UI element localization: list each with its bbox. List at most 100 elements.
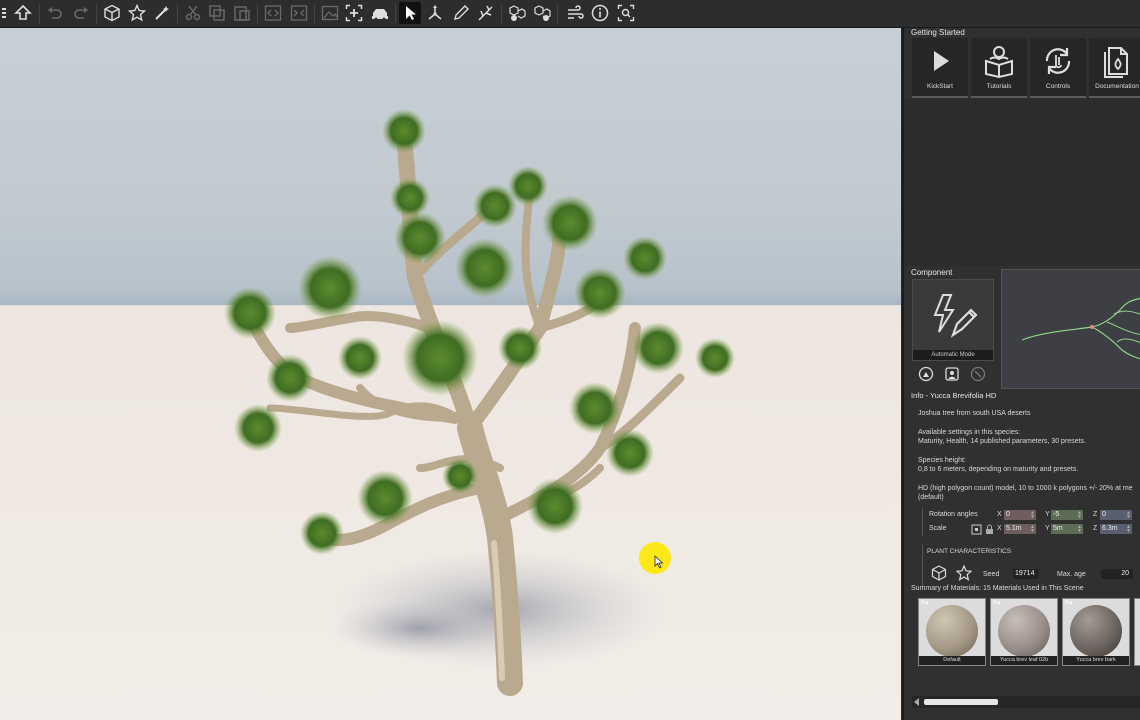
undo-icon[interactable] xyxy=(44,2,66,24)
material-sphere xyxy=(926,605,978,657)
controls-label: Controls xyxy=(1045,83,1071,90)
scrollbar-thumb[interactable] xyxy=(924,699,998,705)
scale-z-axis: Z xyxy=(1093,525,1098,532)
select-arrow-icon[interactable] xyxy=(399,2,421,24)
material-tile[interactable]: Par Default xyxy=(918,598,986,666)
cube-icon[interactable] xyxy=(931,565,947,581)
mouse-cursor-icon xyxy=(654,555,664,569)
automatic-mode-button[interactable]: Automatic Mode xyxy=(912,279,994,361)
documentation-button[interactable]: Documentation xyxy=(1089,38,1140,98)
lock-icon[interactable] xyxy=(985,524,994,535)
tutorials-button[interactable]: Tutorials xyxy=(971,38,1027,98)
scale-label: Scale xyxy=(929,525,947,532)
scale-y-value: 5m xyxy=(1053,525,1063,532)
refresh-hand-icon xyxy=(1045,48,1071,74)
rotation-x-field[interactable]: 0 ▲ ▼ xyxy=(1004,510,1036,520)
material-name: Yucca brev bark xyxy=(1063,656,1129,665)
info-line: Joshua tree from south USA deserts xyxy=(918,410,1031,417)
branch-icon[interactable] xyxy=(475,2,497,24)
material-tag: Par xyxy=(993,600,1001,606)
star-icon[interactable] xyxy=(126,2,148,24)
upload-icon[interactable] xyxy=(12,2,34,24)
component-title: Component xyxy=(911,268,953,277)
material-tile[interactable]: Par Yucca brev leaf 02b xyxy=(990,598,1058,666)
zoom-fit-icon[interactable] xyxy=(615,2,637,24)
right-panel: Getting Started KickStart Tutorials Cont… xyxy=(902,28,1140,720)
pencil-icon[interactable] xyxy=(450,2,472,24)
seed-field[interactable]: 19714 xyxy=(1013,569,1039,579)
controls-button[interactable]: Controls xyxy=(1030,38,1086,98)
component-graph-preview[interactable] xyxy=(1001,269,1140,389)
scale-z-value: 6.3m xyxy=(1102,525,1118,532)
image-icon[interactable] xyxy=(319,2,341,24)
rot-y-axis: Y xyxy=(1045,511,1050,518)
getting-started-title: Getting Started xyxy=(911,28,965,37)
uniform-scale-icon[interactable] xyxy=(971,524,982,535)
cubes-add-icon[interactable] xyxy=(506,2,528,24)
cube-icon[interactable] xyxy=(101,2,123,24)
info-title: Info - Yucca Brevifolia HD xyxy=(911,391,997,400)
star-icon[interactable] xyxy=(956,565,972,581)
branch-graph-icon xyxy=(1021,297,1140,360)
material-name: Default xyxy=(919,656,985,665)
rotation-z-field[interactable]: 0 ▲ ▼ xyxy=(1100,510,1132,520)
plant-characteristics-title: PLANT CHARACTERISTICS xyxy=(927,548,1012,555)
materials-scrollbar[interactable] xyxy=(912,696,1140,708)
kickstart-label: KickStart xyxy=(926,83,953,90)
cubes-remove-icon[interactable] xyxy=(531,2,553,24)
wand-icon[interactable] xyxy=(151,2,173,24)
joshua-tree-render xyxy=(224,109,735,696)
reader-icon xyxy=(985,46,1013,79)
materials-summary: Summary of Materials: 15 Materials Used … xyxy=(911,585,1084,592)
kickstart-button[interactable]: KickStart xyxy=(912,38,968,98)
scale-y-field[interactable]: 5m ▲ ▼ xyxy=(1051,524,1083,534)
document-icon xyxy=(1104,47,1128,78)
info-line: Maturity, Health, 14 published parameter… xyxy=(918,438,1086,445)
user-card-icon[interactable] xyxy=(944,366,960,382)
shield-disabled-icon[interactable] xyxy=(970,366,986,382)
max-age-value: 20 xyxy=(1121,570,1129,577)
rotation-x-value: 0 xyxy=(1006,511,1010,518)
info-icon[interactable] xyxy=(589,2,611,24)
info-line: (default) xyxy=(918,494,944,501)
cut-icon[interactable] xyxy=(182,2,204,24)
getting-started-content-area xyxy=(904,98,1140,266)
copy-icon[interactable] xyxy=(206,2,228,24)
frame-plus-icon[interactable] xyxy=(343,2,365,24)
redo-icon[interactable] xyxy=(70,2,92,24)
seed-label: Seed xyxy=(983,571,1000,578)
rotation-y-value: -5 xyxy=(1053,511,1060,518)
scale-x-field[interactable]: 5.1m ▲ ▼ xyxy=(1004,524,1036,534)
automatic-mode-label: Automatic Mode xyxy=(913,350,993,360)
scale-z-field[interactable]: 6.3m ▲ ▼ xyxy=(1100,524,1132,534)
info-line: HD (high polygon count) model, 10 to 100… xyxy=(918,485,1133,492)
move-node-icon[interactable] xyxy=(424,2,446,24)
material-name: Yucca brev leaf 02b xyxy=(991,656,1057,665)
material-sphere xyxy=(998,605,1050,657)
rot-x-axis: X xyxy=(997,511,1002,518)
material-tag: Par xyxy=(1065,600,1073,606)
scale-y-axis: Y xyxy=(1045,525,1050,532)
max-age-label: Max. age xyxy=(1057,571,1086,578)
tree-settings-icon[interactable] xyxy=(918,366,934,382)
plant-characteristics: PLANT CHARACTERISTICS Seed 19714 Max. ag… xyxy=(922,544,1140,588)
paste-icon[interactable] xyxy=(231,2,253,24)
rotation-z-value: 0 xyxy=(1102,511,1106,518)
play-icon xyxy=(934,51,949,71)
pencil-lightning-icon xyxy=(933,294,978,338)
main-toolbar xyxy=(0,0,1140,28)
scroll-left-icon[interactable] xyxy=(914,698,920,706)
3d-viewport[interactable] xyxy=(0,28,901,720)
scale-x-axis: X xyxy=(997,525,1002,532)
scale-x-value: 5.1m xyxy=(1006,525,1022,532)
seed-value: 19714 xyxy=(1015,570,1035,577)
car-icon[interactable] xyxy=(369,2,391,24)
code-in-icon[interactable] xyxy=(262,2,284,24)
wind-icon[interactable] xyxy=(564,2,586,24)
material-tile[interactable]: Par Yucca brev bark xyxy=(1062,598,1130,666)
rotation-y-field[interactable]: -5 ▲ ▼ xyxy=(1051,510,1083,520)
code-out-icon[interactable] xyxy=(288,2,310,24)
info-line: 0,8 to 6 meters, depending on maturity a… xyxy=(918,466,1079,473)
max-age-field[interactable]: 20 xyxy=(1101,569,1133,579)
material-tile[interactable] xyxy=(1134,598,1140,666)
